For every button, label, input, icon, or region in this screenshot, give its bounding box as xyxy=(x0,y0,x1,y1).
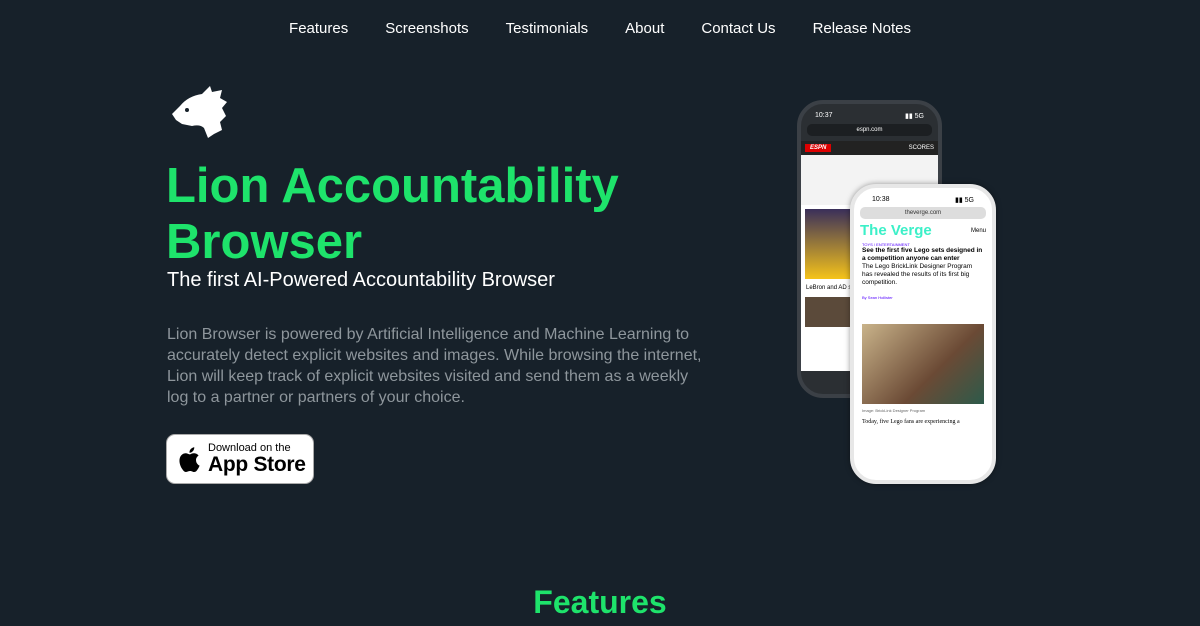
nav-features[interactable]: Features xyxy=(289,20,348,37)
article-byline: By Sean Hollister xyxy=(862,295,893,300)
nav-release-notes[interactable]: Release Notes xyxy=(813,20,911,37)
nav-screenshots[interactable]: Screenshots xyxy=(385,20,468,37)
subtitle: The first AI-Powered Accountability Brow… xyxy=(167,269,555,291)
phone1-time: 10:37 xyxy=(815,112,833,119)
image-caption: Image: BrickLink Designer Program xyxy=(862,408,926,413)
nav-about[interactable]: About xyxy=(625,20,664,37)
phone1-url: espn.com xyxy=(807,124,932,136)
top-nav: Features Screenshots Testimonials About … xyxy=(0,20,1200,37)
espn-logo: ESPN xyxy=(805,144,832,152)
appstore-line2: App Store xyxy=(208,453,306,476)
nav-contact-us[interactable]: Contact Us xyxy=(701,20,775,37)
lion-logo-icon xyxy=(172,86,227,138)
phone2-url: theverge.com xyxy=(860,207,986,219)
phone-verge-screenshot: 10:38 ▮▮ 5G theverge.com The Verge Menu T… xyxy=(850,184,996,484)
scores-label: SCORES xyxy=(908,145,934,151)
features-heading: Features xyxy=(533,584,667,620)
apple-icon xyxy=(179,447,200,473)
app-store-button[interactable]: Download on the App Store xyxy=(166,434,314,484)
description: Lion Browser is powered by Artificial In… xyxy=(167,326,702,406)
nav-testimonials[interactable]: Testimonials xyxy=(506,20,589,37)
article-dek: The Lego BrickLink Designer Program has … xyxy=(862,263,973,286)
article-body: Today, five Lego fans are experiencing a xyxy=(862,419,960,425)
menu-label: Menu xyxy=(970,227,986,234)
article-headline: See the first five Lego sets designed in… xyxy=(862,247,983,262)
phone2-time: 10:38 xyxy=(872,196,890,203)
verge-logo: The Verge xyxy=(860,222,932,239)
page-title: Lion Accountability Browser xyxy=(166,159,619,269)
